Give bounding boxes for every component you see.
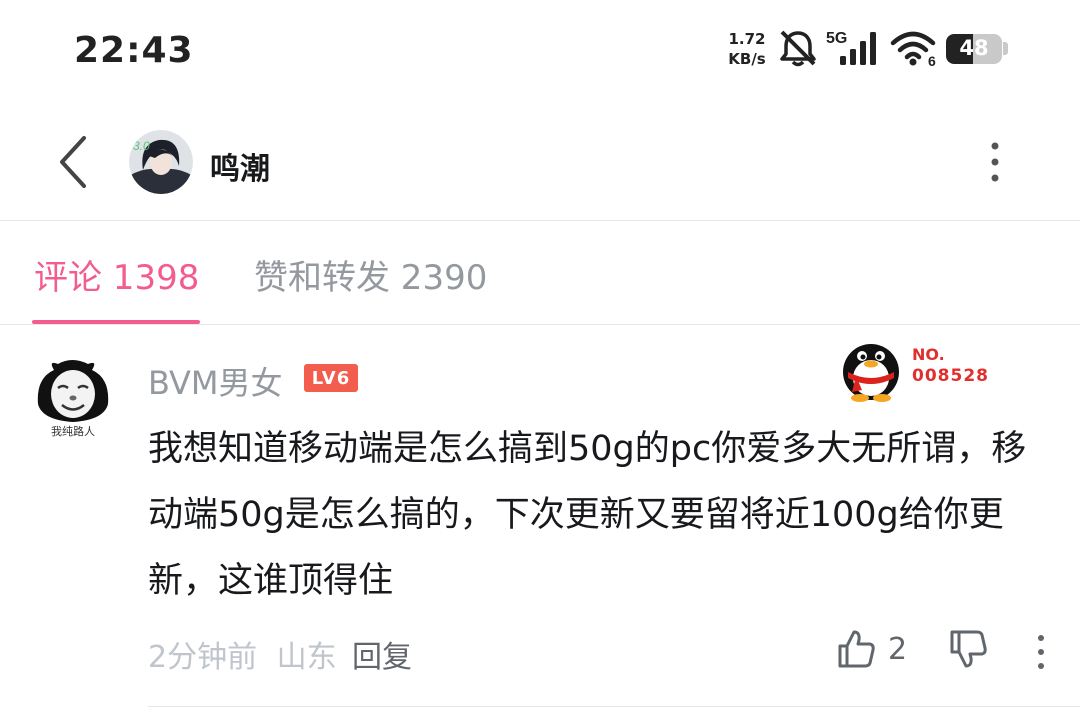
avatar-caption: 我纯路人 (51, 425, 95, 438)
net-speed-unit: KB/s (728, 50, 766, 68)
avatar[interactable]: 3.0 (129, 130, 193, 194)
battery-percent: 48 (959, 36, 989, 60)
comment-time: 2分钟前 (148, 640, 258, 675)
commenter-avatar[interactable]: 我纯路人 (32, 356, 114, 438)
status-time: 22:43 (74, 30, 194, 71)
comment-username[interactable]: BVM男女 (148, 358, 282, 404)
network-type-label: 5G (826, 30, 847, 47)
tabs-divider (0, 324, 1080, 325)
mute-icon (780, 30, 816, 67)
like-count: 2 (888, 632, 908, 667)
battery-icon: 48 (946, 34, 1002, 64)
penguin-badge-icon (843, 344, 899, 402)
comment-meta: 2分钟前 山东 (148, 632, 337, 676)
level-badge: LV6 (304, 364, 358, 392)
tab-comments[interactable]: 评论 1398 (34, 250, 199, 299)
signal-icon: 5G (826, 30, 876, 65)
comment-location: 山东 (276, 640, 337, 675)
like-icon[interactable] (836, 628, 876, 670)
svg-text:3.0: 3.0 (133, 139, 150, 153)
tab-likes-reposts[interactable]: 赞和转发 2390 (254, 250, 487, 299)
page-title: 鸣潮 (210, 152, 270, 187)
back-button[interactable] (48, 132, 98, 192)
net-speed: 1.72 KB/s (724, 29, 770, 69)
reply-button[interactable]: 回复 (352, 632, 412, 676)
comment-more-button[interactable] (1028, 632, 1054, 672)
more-options-button[interactable] (980, 140, 1010, 186)
wifi-icon: 6 (890, 31, 936, 68)
comment-divider (148, 706, 1080, 707)
dislike-icon[interactable] (948, 628, 990, 670)
fan-badge-label: NO. (912, 345, 945, 364)
comment-text: 我想知道移动端是怎么搞到50g的pc你爱多大无所谓，移动端50g是怎么搞的，下次… (148, 429, 1027, 601)
battery-tip (1003, 42, 1008, 55)
wifi-level-label: 6 (928, 53, 936, 68)
header-divider (0, 220, 1080, 221)
net-speed-value: 1.72 (728, 30, 766, 48)
fan-badge-number: 008528 (912, 366, 989, 386)
